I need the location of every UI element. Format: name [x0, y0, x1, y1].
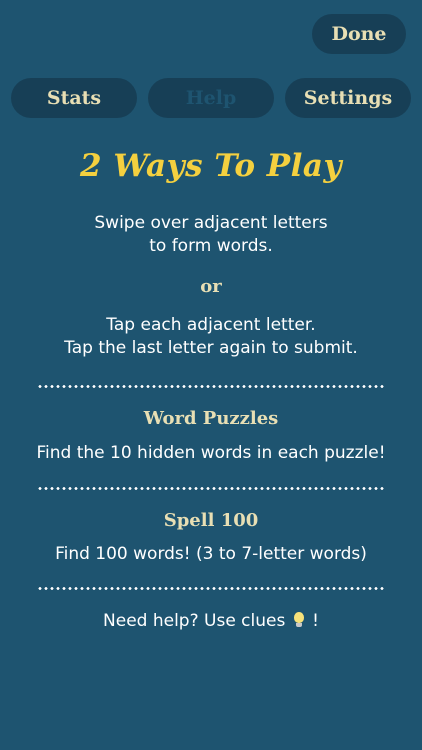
- tab-stats[interactable]: Stats: [11, 78, 137, 118]
- tab-settings[interactable]: Settings: [285, 78, 411, 118]
- clues-exclamation: !: [312, 611, 319, 631]
- tap-line-2: Tap the last letter again to submit.: [64, 338, 358, 358]
- dotted-divider: [37, 587, 385, 590]
- swipe-line-2: to form words.: [149, 236, 273, 256]
- word-puzzles-description: Find the 10 hidden words in each puzzle!: [36, 443, 386, 463]
- help-title: 2 Ways To Play: [80, 148, 342, 184]
- swipe-instructions: Swipe over adjacent letters to form word…: [0, 212, 422, 258]
- tap-line-1: Tap each adjacent letter.: [106, 315, 316, 335]
- clues-text: Need help? Use clues: [103, 611, 286, 631]
- lightbulb-icon: [293, 612, 305, 628]
- spell-100-description: Find 100 words! (3 to 7-letter words): [55, 544, 367, 564]
- dotted-divider: [37, 487, 385, 490]
- tab-help[interactable]: Help: [148, 78, 274, 118]
- swipe-line-1: Swipe over adjacent letters: [94, 213, 328, 233]
- word-puzzles-title: Word Puzzles: [143, 408, 279, 429]
- or-separator: or: [200, 276, 222, 297]
- spell-100-title: Spell 100: [163, 510, 259, 531]
- clues-hint: Need help? Use clues !: [0, 610, 422, 633]
- tap-instructions: Tap each adjacent letter. Tap the last l…: [0, 314, 422, 360]
- done-button[interactable]: Done: [312, 14, 406, 54]
- dotted-divider: [37, 385, 385, 388]
